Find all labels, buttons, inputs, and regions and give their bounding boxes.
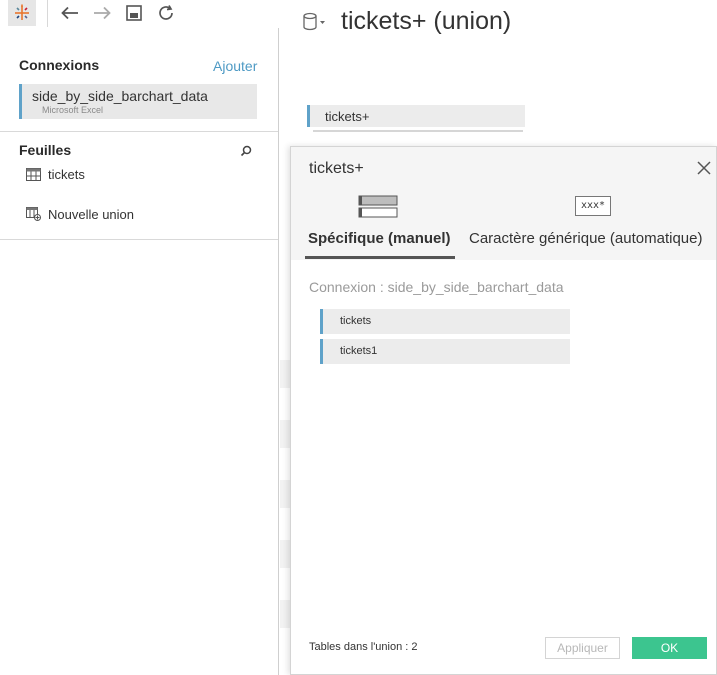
undo-icon[interactable]: [56, 0, 84, 26]
tab-wildcard[interactable]: xxx* Caractère générique (automatique): [467, 195, 717, 259]
page-title: tickets+ (union): [341, 7, 512, 35]
connections-heading: Connexions: [19, 57, 100, 73]
sheet-item-tickets[interactable]: tickets: [26, 165, 85, 183]
union-dialog: tickets+ Spécifique (manuel) xxx* Caract…: [290, 146, 717, 675]
union-table-label: tickets+: [325, 109, 370, 124]
grid-stripe: [280, 600, 290, 628]
connection-item[interactable]: side_by_side_barchart_data Microsoft Exc…: [19, 84, 257, 119]
dialog-title: tickets+: [309, 160, 364, 177]
table-icon: [26, 167, 41, 181]
sheets-heading: Feuilles: [19, 142, 72, 158]
redo-icon[interactable]: [88, 0, 116, 26]
tableau-logo-icon[interactable]: [8, 0, 36, 26]
search-icon[interactable]: [240, 144, 254, 158]
wildcard-icon: xxx*: [575, 196, 611, 216]
toolbar: [0, 0, 279, 28]
connection-name: side_by_side_barchart_data: [32, 88, 208, 104]
apply-button[interactable]: Appliquer: [545, 637, 620, 659]
data-sidebar: Connexions Ajouter side_by_side_barchart…: [0, 28, 279, 675]
divider: [0, 239, 278, 240]
grid-stripe: [280, 360, 290, 388]
save-icon[interactable]: [120, 0, 148, 26]
active-tab-indicator: [305, 256, 455, 259]
pill-shadow: [313, 130, 523, 132]
union-table-name: tickets: [340, 315, 372, 327]
sheet-label: Nouvelle union: [48, 206, 135, 222]
union-table-name: tickets1: [340, 345, 378, 357]
union-table-item[interactable]: tickets: [320, 309, 570, 334]
divider: [0, 131, 278, 132]
tab-manual-label: Spécifique (manuel): [308, 230, 451, 247]
tab-manual[interactable]: Spécifique (manuel): [305, 195, 455, 259]
union-table-pill[interactable]: tickets+: [307, 105, 525, 127]
refresh-icon[interactable]: [152, 0, 180, 26]
connection-type: Microsoft Excel: [42, 105, 104, 115]
union-table-item[interactable]: tickets1: [320, 339, 570, 364]
grid-stripe: [280, 480, 290, 508]
tab-wildcard-label: Caractère générique (automatique): [469, 230, 703, 247]
table-count-label: Tables dans l'union : 2: [309, 641, 418, 653]
grid-stripe: [280, 420, 290, 448]
manual-tables-icon: [358, 195, 398, 218]
connection-line: Connexion : side_by_side_barchart_data: [309, 279, 564, 295]
ok-button[interactable]: OK: [632, 637, 707, 659]
new-union-icon: [26, 207, 41, 221]
sheet-label: tickets: [48, 166, 85, 182]
sheet-item-new-union[interactable]: Nouvelle union: [26, 205, 134, 223]
datasource-icon[interactable]: [302, 12, 328, 32]
close-icon[interactable]: [697, 161, 713, 177]
add-connection-link[interactable]: Ajouter: [213, 58, 257, 74]
grid-stripe: [280, 540, 290, 568]
